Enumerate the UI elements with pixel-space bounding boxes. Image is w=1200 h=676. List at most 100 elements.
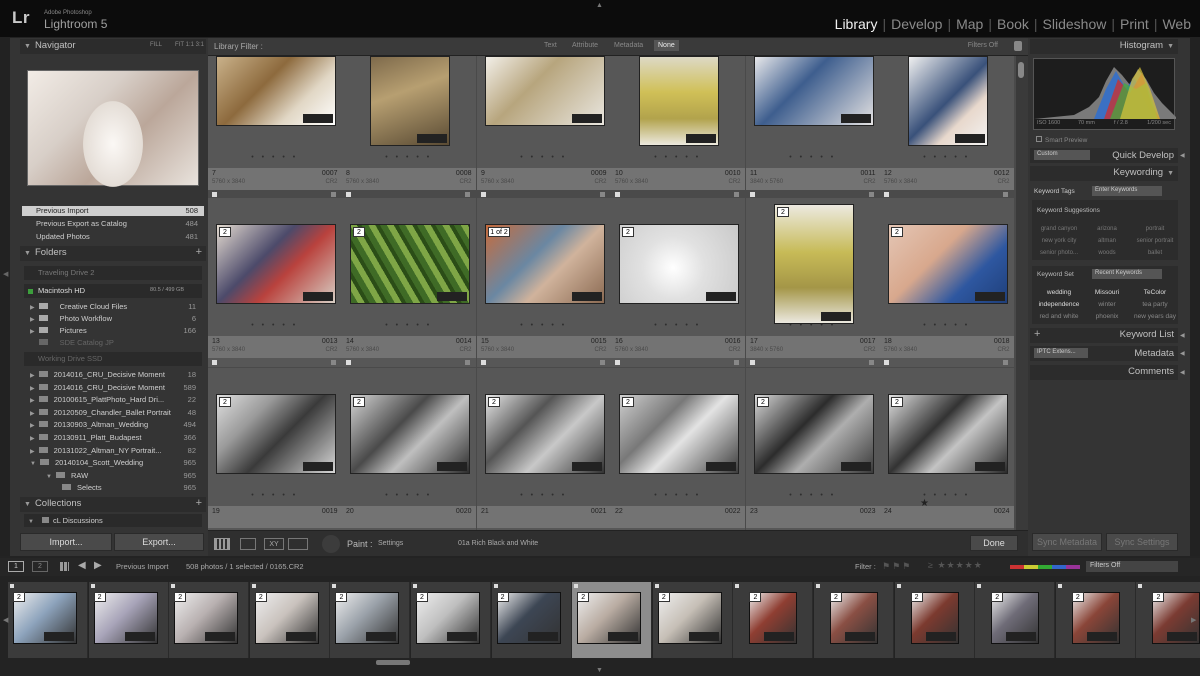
flag-icon[interactable] [884, 192, 889, 197]
thumbnail-image[interactable] [485, 56, 605, 126]
quick-develop-preset-dropdown[interactable]: Custom [1034, 150, 1090, 160]
rating-dots[interactable]: • • • • • [746, 492, 880, 499]
catalog-item[interactable]: Updated Photos 481 [22, 232, 204, 241]
navigator-preview-image[interactable] [27, 70, 199, 187]
star-rating-filter[interactable]: ≥ ★★★★★ [928, 560, 983, 571]
module-slideshow[interactable]: Slideshow [1038, 16, 1112, 32]
back-arrow-icon[interactable]: ◀ [78, 560, 86, 571]
thumbnail-image[interactable] [370, 56, 450, 146]
zoom-fill[interactable]: FILL [150, 42, 162, 48]
paint-preset-dropdown[interactable]: 01a Rich Black and White [458, 540, 538, 547]
grid-cell[interactable]: 2 • • • • • 17 0017 3840 x 5760 CR2 [746, 198, 881, 368]
folder-item-offline[interactable]: ▶SDE Catalog JP [30, 338, 200, 347]
folder-item[interactable]: ▼ 20140104_Scott_Wedding 965 [30, 458, 200, 467]
filmstrip-scroll-left-icon[interactable]: ◀ [3, 616, 8, 624]
stack-badge[interactable]: 2 [910, 592, 923, 602]
quick-collection-icon[interactable] [464, 360, 470, 365]
grid-cell[interactable]: 2 • • • • • 21 0021 [477, 368, 612, 530]
rating-dots[interactable]: • • • • • [342, 154, 476, 161]
metadata-preset-dropdown[interactable]: IPTC Extens... [1034, 348, 1088, 358]
module-book[interactable]: Book [992, 16, 1034, 32]
keyword-suggestion[interactable]: arizona [1084, 226, 1130, 232]
navigator-header[interactable]: ▼ Navigator FIT FILL 1:1 3:1 [20, 39, 206, 54]
keyword-suggestion[interactable]: new york city [1036, 238, 1082, 244]
stack-badge[interactable]: 2 [496, 592, 509, 602]
thumbnail-image[interactable]: 2 [774, 204, 854, 324]
catalog-item[interactable]: Previous Export as Catalog 484 [22, 219, 204, 228]
thumbnail-image[interactable]: 2 [888, 224, 1008, 304]
grid-cell[interactable]: • • • • • 10 0010 5760 x 3840 CR2 [611, 56, 746, 197]
stack-badge[interactable]: 2 [93, 592, 106, 602]
grid-cell[interactable]: • • • • • 8 0008 5760 x 3840 CR2 [342, 56, 477, 197]
flag-icon[interactable] [735, 584, 740, 588]
second-window-button[interactable]: 2 [32, 561, 48, 572]
rating-dots[interactable]: • • • • • [880, 492, 1014, 499]
stack-badge[interactable]: 2 [335, 592, 348, 602]
sync-settings-button[interactable]: Sync Settings [1106, 533, 1178, 551]
flag-icon[interactable] [481, 360, 486, 365]
collections-header[interactable]: ▼ Collections + [20, 497, 206, 512]
zoom-1-1[interactable]: 1:1 [186, 42, 194, 48]
rating-star-icon[interactable]: ★ [920, 498, 929, 509]
flag-icon[interactable] [615, 192, 620, 197]
keyword-set-item[interactable]: tea party [1132, 301, 1178, 308]
flag-icon[interactable] [212, 192, 217, 197]
stack-badge[interactable]: 2 [622, 397, 634, 407]
keyword-suggestion[interactable]: senior photo... [1036, 250, 1082, 256]
keyword-set-item[interactable]: red and white [1036, 313, 1082, 320]
filter-preset[interactable]: Filters Off [968, 42, 998, 49]
thumbnail-image[interactable] [754, 56, 874, 126]
folder-item[interactable]: ▶ 20130903_Altman_Wedding 494 [30, 420, 200, 429]
flag-icon[interactable] [977, 584, 982, 588]
module-develop[interactable]: Develop [886, 16, 947, 32]
thumbnail-image[interactable]: 2 [350, 224, 470, 304]
keyword-set-item[interactable]: independence [1036, 301, 1082, 308]
flag-icon[interactable] [896, 584, 901, 588]
thumbnail-image[interactable]: 2 [754, 394, 874, 474]
thumbnail-image[interactable]: 2 [888, 394, 1008, 474]
keyword-set-dropdown[interactable]: Recent Keywords [1092, 269, 1162, 279]
module-library[interactable]: Library [830, 16, 883, 32]
filmstrip-info[interactable]: 508 photos / 1 selected / 0165.CR2 [186, 562, 304, 571]
flag-icon[interactable] [481, 192, 486, 197]
grid-cell[interactable]: 2 • • • • • 14 0014 5760 x 3840 CR2 [342, 198, 477, 368]
export-button[interactable]: Export... [114, 533, 204, 551]
thumbnail-image[interactable]: 2 [619, 394, 739, 474]
filmstrip-scroll-right-icon[interactable]: ▶ [1191, 616, 1196, 624]
quick-develop-header[interactable]: Custom Quick Develop [1030, 148, 1178, 163]
rating-dots[interactable]: • • • • • [342, 492, 476, 499]
forward-arrow-icon[interactable]: ▶ [94, 560, 102, 571]
grid-cell[interactable]: • • • • • 11 0011 3840 x 5760 CR2 [746, 56, 881, 197]
grid-cell[interactable]: 2 • • • • • 18 0018 5760 x 3840 CR2 [880, 198, 1015, 368]
flag-icon[interactable] [212, 360, 217, 365]
keyword-suggestion[interactable]: portrait [1132, 226, 1178, 232]
flag-icon[interactable] [816, 584, 820, 588]
filmstrip-cell[interactable]: 2 [491, 582, 572, 658]
flag-icon[interactable] [1057, 584, 1062, 588]
thumbnail-image[interactable]: 2 [485, 394, 605, 474]
rating-dots[interactable]: • • • • • [880, 322, 1014, 329]
painter-icon[interactable] [322, 535, 340, 553]
expand-triangle-icon[interactable]: ◀ [1180, 369, 1185, 376]
stack-badge[interactable]: 2 [657, 592, 670, 602]
zoom-3-1[interactable]: 3:1 [196, 42, 204, 48]
filmstrip-cell[interactable]: 2 [330, 582, 411, 658]
rating-dots[interactable]: • • • • • [342, 322, 476, 329]
keyword-suggestion[interactable]: altman [1084, 238, 1130, 244]
filter-text[interactable]: Text [544, 42, 557, 49]
quick-collection-icon[interactable] [330, 192, 336, 197]
filmstrip-cell[interactable]: 2 [975, 582, 1056, 658]
grid-cell[interactable]: 2 • • • • • 16 0016 5760 x 3840 CR2 [611, 198, 746, 368]
grid-cell[interactable]: • • • • • 7 0007 5760 x 3840 CR2 [208, 56, 343, 197]
grid-cell[interactable]: • • • • • 9 0009 5760 x 3840 CR2 [477, 56, 612, 197]
flag-icon[interactable] [171, 584, 176, 588]
folder-item[interactable]: ▶ 2014016_CRU_Decisive Moment 589 [30, 383, 200, 392]
stack-badge[interactable]: 2 [577, 592, 590, 602]
keyword-suggestion[interactable]: senior portrait [1132, 238, 1178, 244]
add-keyword-icon[interactable]: + [1034, 328, 1040, 340]
stack-badge[interactable]: 2 [353, 397, 365, 407]
grid-cell[interactable]: 2 • • • • • 22 0022 [611, 368, 746, 530]
keyword-set-item[interactable]: winter [1084, 301, 1130, 308]
filmstrip-cell[interactable]: 2 [249, 582, 330, 658]
keyword-set-item[interactable]: wedding [1036, 289, 1082, 296]
